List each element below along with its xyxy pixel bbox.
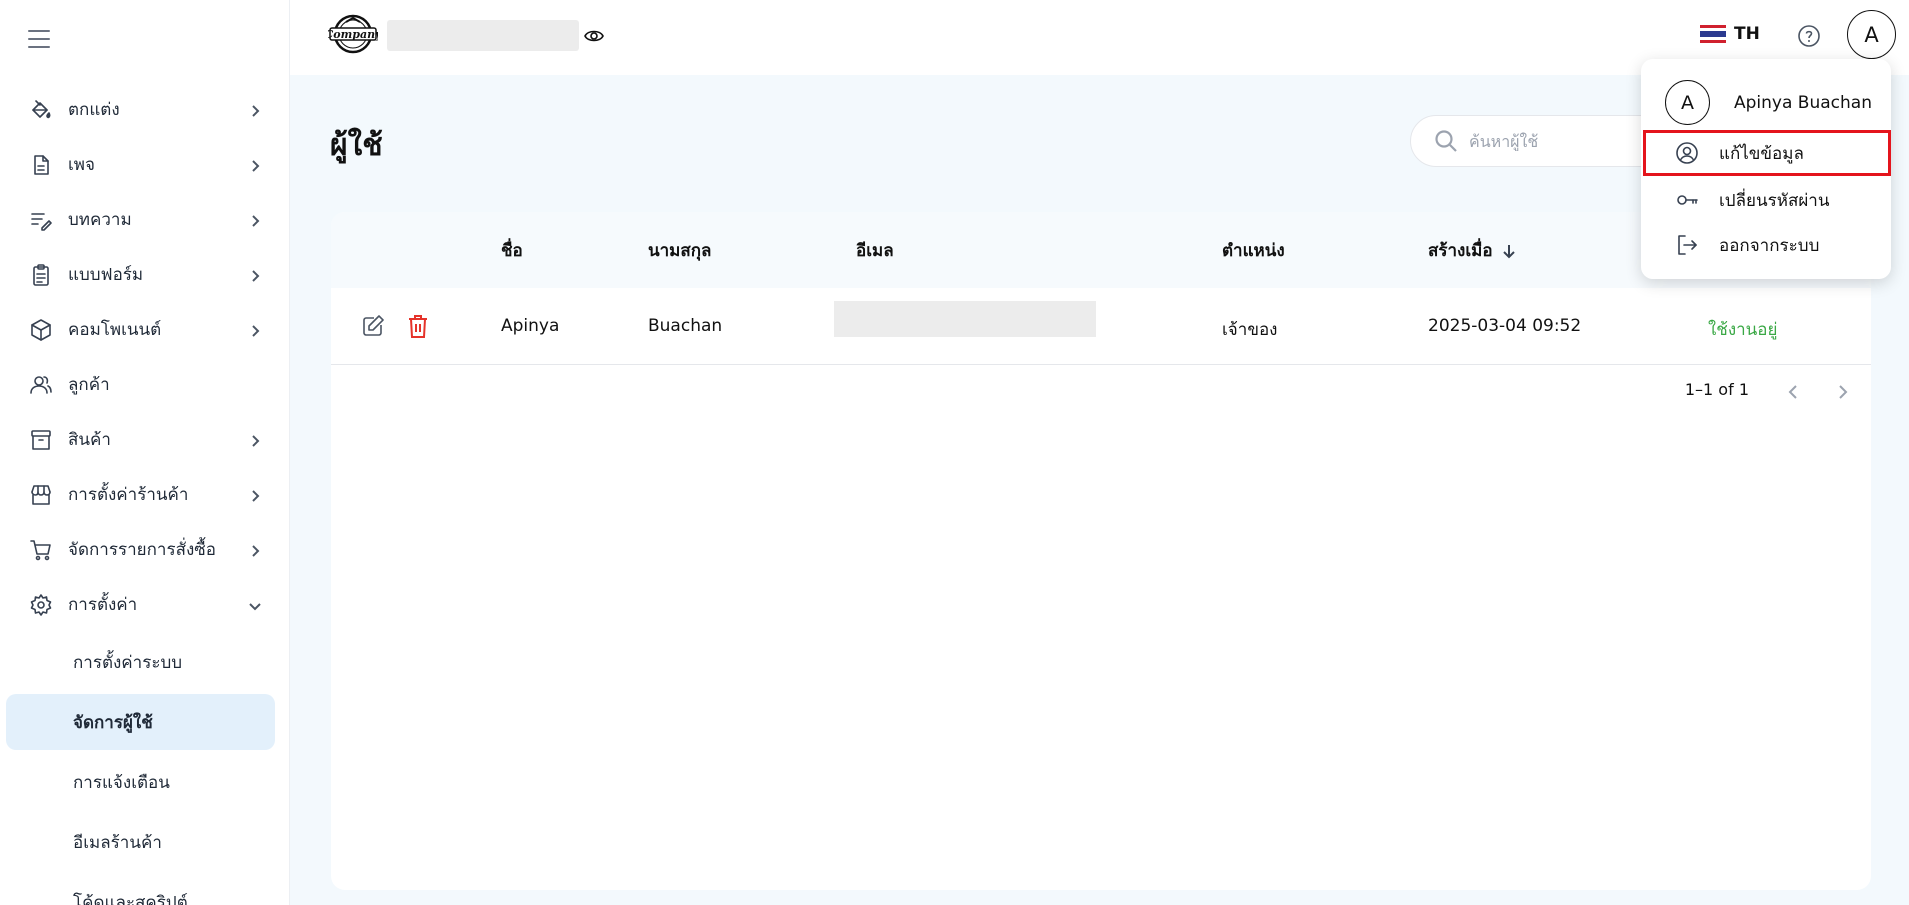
paint-bucket-icon — [28, 97, 54, 123]
sidebar-item-customers[interactable]: ลูกค้า — [0, 357, 289, 412]
sidebar-item-components[interactable]: คอมโพเนนต์ — [0, 302, 289, 357]
user-dropdown-menu: A Apinya Buachan แก้ไขข้อมูล เปลี่ยนรหัส… — [1641, 59, 1891, 279]
column-header-role: ตำแหน่ง — [1222, 241, 1285, 261]
avatar: A — [1665, 80, 1710, 125]
sidebar-subitem-store-email[interactable]: อีเมลร้านค้า — [6, 814, 275, 870]
company-logo[interactable]: Company — [325, 14, 383, 54]
search-icon — [1435, 130, 1457, 152]
column-header-created-at[interactable]: สร้างเมื่อ — [1428, 237, 1517, 264]
menu-user-header: A Apinya Buachan — [1665, 80, 1872, 125]
customers-icon — [28, 372, 54, 398]
sidebar-item-label: สินค้า — [68, 430, 111, 450]
cart-icon — [28, 537, 54, 563]
article-edit-icon — [28, 207, 54, 233]
cell-role: เจ้าของ — [1222, 320, 1278, 340]
sidebar-item-orders[interactable]: จัดการรายการสั่งซื้อ — [0, 522, 289, 577]
sidebar-subitem-code-scripts[interactable]: โค้ดและสคริปต์ — [6, 874, 275, 905]
chevron-right-icon — [248, 103, 262, 117]
sidebar: ตกแต่ง เพจ บทความ แบบฟอร์ม คอมโพเนนต์ ลู… — [0, 0, 290, 905]
user-circle-icon — [1676, 142, 1698, 164]
sidebar-item-label: แบบฟอร์ม — [68, 265, 144, 285]
sidebar-item-label: ตกแต่ง — [68, 100, 120, 120]
status-badge: ใช้งานอยู่ — [1708, 320, 1778, 340]
menu-item-edit-profile[interactable]: แก้ไขข้อมูล — [1643, 130, 1891, 176]
page-icon — [28, 152, 54, 178]
previous-page-icon[interactable] — [1783, 382, 1803, 402]
chevron-right-icon — [248, 323, 262, 337]
users-table-card: ชื่อ นามสกุล อีเมล ตำแหน่ง สร้างเมื่อ Ap… — [331, 212, 1871, 890]
next-page-icon[interactable] — [1833, 382, 1853, 402]
chevron-right-icon — [248, 488, 262, 502]
column-header-email: อีเมล — [856, 241, 894, 261]
sidebar-item-settings[interactable]: การตั้งค่า — [0, 577, 289, 632]
eye-icon[interactable] — [584, 26, 604, 46]
key-icon — [1677, 195, 1698, 205]
storefront-icon — [28, 482, 54, 508]
shop-name-redacted — [387, 20, 579, 51]
gear-icon — [28, 592, 54, 618]
sort-arrow-down-icon[interactable] — [1501, 243, 1517, 259]
language-label: TH — [1734, 24, 1760, 44]
sidebar-item-label: การตั้งค่าร้านค้า — [68, 485, 189, 505]
sidebar-item-label: การตั้งค่า — [68, 595, 138, 615]
sidebar-subitem-system-settings[interactable]: การตั้งค่าระบบ — [6, 634, 275, 690]
search-box[interactable] — [1410, 115, 1670, 167]
search-input[interactable] — [1469, 131, 1639, 151]
cell-first-name: Apinya — [501, 316, 560, 336]
sidebar-item-label: เพจ — [68, 155, 95, 175]
menu-item-label: ออกจากระบบ — [1719, 235, 1820, 256]
svg-text:Company: Company — [328, 28, 378, 41]
column-header-created-at-label: สร้างเมื่อ — [1428, 241, 1493, 261]
language-switcher[interactable]: TH — [1700, 24, 1760, 44]
sidebar-item-label: คอมโพเนนต์ — [68, 320, 162, 340]
sidebar-item-articles[interactable]: บทความ — [0, 192, 289, 247]
cube-icon — [28, 317, 54, 343]
column-header-first-name: ชื่อ — [501, 241, 523, 261]
chevron-right-icon — [248, 158, 262, 172]
sidebar-item-decorate[interactable]: ตกแต่ง — [0, 82, 289, 137]
edit-icon[interactable] — [361, 314, 385, 338]
cell-last-name: Buachan — [648, 316, 723, 336]
pagination: 1–1 of 1 — [1571, 377, 1871, 407]
sidebar-nav: ตกแต่ง เพจ บทความ แบบฟอร์ม คอมโพเนนต์ ลู… — [0, 82, 289, 905]
chevron-right-icon — [248, 213, 262, 227]
chevron-right-icon — [248, 268, 262, 282]
sidebar-subitem-user-management[interactable]: จัดการผู้ใช้ — [6, 694, 275, 750]
table-row: Apinya Buachan เจ้าของ 2025-03-04 09:52 … — [331, 288, 1871, 365]
chevron-right-icon — [248, 543, 262, 557]
sidebar-item-store-settings[interactable]: การตั้งค่าร้านค้า — [0, 467, 289, 522]
sidebar-item-forms[interactable]: แบบฟอร์ม — [0, 247, 289, 302]
menu-item-label: เปลี่ยนรหัสผ่าน — [1719, 190, 1830, 211]
sidebar-item-pages[interactable]: เพจ — [0, 137, 289, 192]
pagination-range: 1–1 of 1 — [1684, 380, 1749, 399]
page-title: ผู้ใช้ — [330, 128, 383, 163]
menu-item-label: แก้ไขข้อมูล — [1719, 143, 1804, 164]
cell-created-at: 2025-03-04 09:52 — [1428, 316, 1582, 336]
logout-icon — [1678, 235, 1697, 255]
chevron-right-icon — [248, 433, 262, 447]
archive-box-icon — [28, 427, 54, 453]
user-avatar-button[interactable]: A — [1847, 10, 1896, 59]
menu-item-logout[interactable]: ออกจากระบบ — [1641, 222, 1891, 268]
sidebar-item-label: บทความ — [68, 210, 132, 230]
sidebar-item-label: จัดการรายการสั่งซื้อ — [68, 540, 217, 560]
clipboard-icon — [28, 262, 54, 288]
chevron-down-icon — [248, 598, 262, 612]
column-header-last-name: นามสกุล — [648, 241, 712, 261]
sidebar-item-label: ลูกค้า — [68, 375, 110, 395]
menu-item-change-password[interactable]: เปลี่ยนรหัสผ่าน — [1641, 177, 1891, 223]
hamburger-menu-icon[interactable] — [28, 30, 50, 48]
help-icon[interactable] — [1797, 24, 1821, 48]
thailand-flag-icon — [1700, 25, 1726, 43]
sidebar-item-products[interactable]: สินค้า — [0, 412, 289, 467]
menu-user-name: Apinya Buachan — [1734, 92, 1872, 113]
delete-trash-icon[interactable] — [406, 313, 430, 339]
table-header: ชื่อ นามสกุล อีเมล ตำแหน่ง สร้างเมื่อ — [331, 212, 1871, 288]
cell-email-redacted — [834, 301, 1096, 337]
sidebar-subitem-notifications[interactable]: การแจ้งเตือน — [6, 754, 275, 810]
